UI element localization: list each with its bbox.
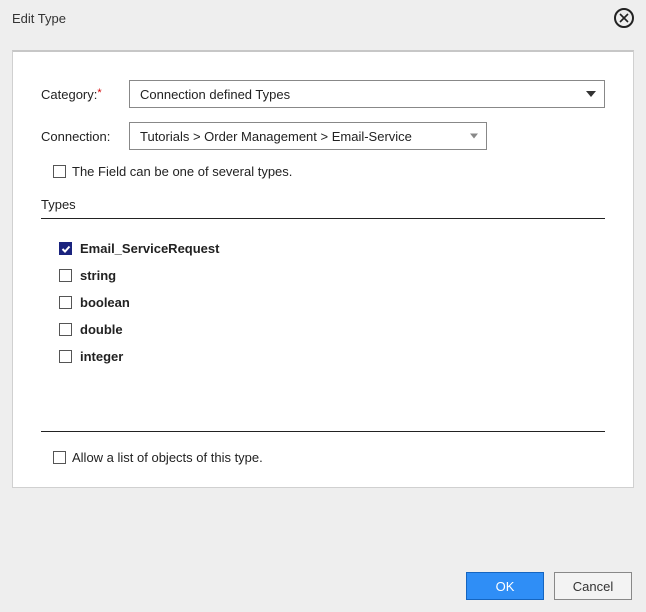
type-checkbox[interactable] <box>59 269 72 282</box>
type-label: boolean <box>80 295 130 310</box>
main-panel: Category:* Connection defined Types Conn… <box>12 50 634 488</box>
section-divider <box>41 431 605 432</box>
allow-list-label: Allow a list of objects of this type. <box>72 450 263 465</box>
allow-list-checkbox[interactable] <box>53 451 66 464</box>
type-item[interactable]: string <box>59 268 605 283</box>
connection-row: Connection: Tutorials > Order Management… <box>41 122 605 150</box>
type-item[interactable]: boolean <box>59 295 605 310</box>
several-types-label: The Field can be one of several types. <box>72 164 292 179</box>
type-checkbox[interactable] <box>59 242 72 255</box>
required-marker: * <box>97 87 101 99</box>
close-button[interactable] <box>614 8 634 28</box>
button-bar: OK Cancel <box>466 572 632 600</box>
type-item[interactable]: double <box>59 322 605 337</box>
allow-list-row[interactable]: Allow a list of objects of this type. <box>41 450 605 465</box>
type-item[interactable]: Email_ServiceRequest <box>59 241 605 256</box>
type-label: string <box>80 268 116 283</box>
category-select[interactable]: Connection defined Types <box>129 80 605 108</box>
dialog-header: Edit Type <box>0 0 646 42</box>
several-types-row[interactable]: The Field can be one of several types. <box>53 164 605 179</box>
category-select-value: Connection defined Types <box>140 87 290 102</box>
check-icon <box>61 244 71 254</box>
category-select-wrap: Connection defined Types <box>129 80 605 108</box>
connection-label: Connection: <box>41 129 129 144</box>
ok-button[interactable]: OK <box>466 572 544 600</box>
category-label: Category:* <box>41 87 129 102</box>
type-label: Email_ServiceRequest <box>80 241 219 256</box>
cancel-button[interactable]: Cancel <box>554 572 632 600</box>
connection-select[interactable]: Tutorials > Order Management > Email-Ser… <box>129 122 487 150</box>
type-checkbox[interactable] <box>59 296 72 309</box>
types-list: Email_ServiceRequeststring boolean double i… <box>41 241 605 421</box>
connection-select-value: Tutorials > Order Management > Email-Ser… <box>140 129 412 144</box>
chevron-down-icon <box>586 91 596 97</box>
type-checkbox[interactable] <box>59 350 72 363</box>
connection-select-wrap: Tutorials > Order Management > Email-Ser… <box>129 122 487 150</box>
several-types-checkbox[interactable] <box>53 165 66 178</box>
types-section-title: Types <box>41 197 605 219</box>
category-row: Category:* Connection defined Types <box>41 80 605 108</box>
dialog-title: Edit Type <box>12 11 66 26</box>
chevron-down-icon <box>470 134 478 139</box>
type-label: double <box>80 322 123 337</box>
type-checkbox[interactable] <box>59 323 72 336</box>
type-label: integer <box>80 349 123 364</box>
category-label-text: Category: <box>41 87 97 102</box>
type-item[interactable]: integer <box>59 349 605 364</box>
close-icon <box>619 13 629 23</box>
